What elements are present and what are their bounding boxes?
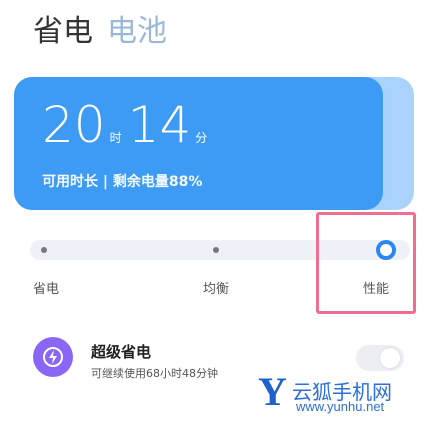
watermark-logo: Y xyxy=(258,369,287,414)
mode-label-balanced[interactable]: 均衡 xyxy=(203,278,229,297)
mode-dot-balanced[interactable] xyxy=(213,247,219,253)
super-saver-subtitle: 可继续使用68小时48分钟 xyxy=(91,367,218,380)
mode-label-saving[interactable]: 省电 xyxy=(33,278,59,297)
super-saver-toggle[interactable] xyxy=(356,345,404,371)
highlight-box xyxy=(316,212,416,314)
watermark-url: www.yunhu.net xyxy=(296,399,385,414)
tab-battery[interactable]: 电池 xyxy=(107,6,167,50)
remaining-status: 可用时长 | 剩余电量88% xyxy=(42,174,203,190)
tab-bar: 省电 电池 xyxy=(33,6,167,50)
hours-value: 20 xyxy=(42,96,106,154)
minutes-unit: 分 xyxy=(195,131,208,145)
minutes-value: 14 xyxy=(127,96,192,154)
remaining-time: 20 时 14 分 xyxy=(42,100,213,150)
battery-time-card[interactable]: 20 时 14 分 可用时长 | 剩余电量88% xyxy=(14,77,383,210)
battery-card: 20 时 14 分 可用时长 | 剩余电量88% xyxy=(14,77,414,210)
super-saver-title: 超级省电 xyxy=(91,343,152,361)
tab-power-saving[interactable]: 省电 xyxy=(33,6,93,50)
toggle-knob xyxy=(380,348,400,368)
lightning-icon xyxy=(33,337,73,377)
hours-unit: 时 xyxy=(109,131,122,145)
mode-dot-saving[interactable] xyxy=(41,247,47,253)
